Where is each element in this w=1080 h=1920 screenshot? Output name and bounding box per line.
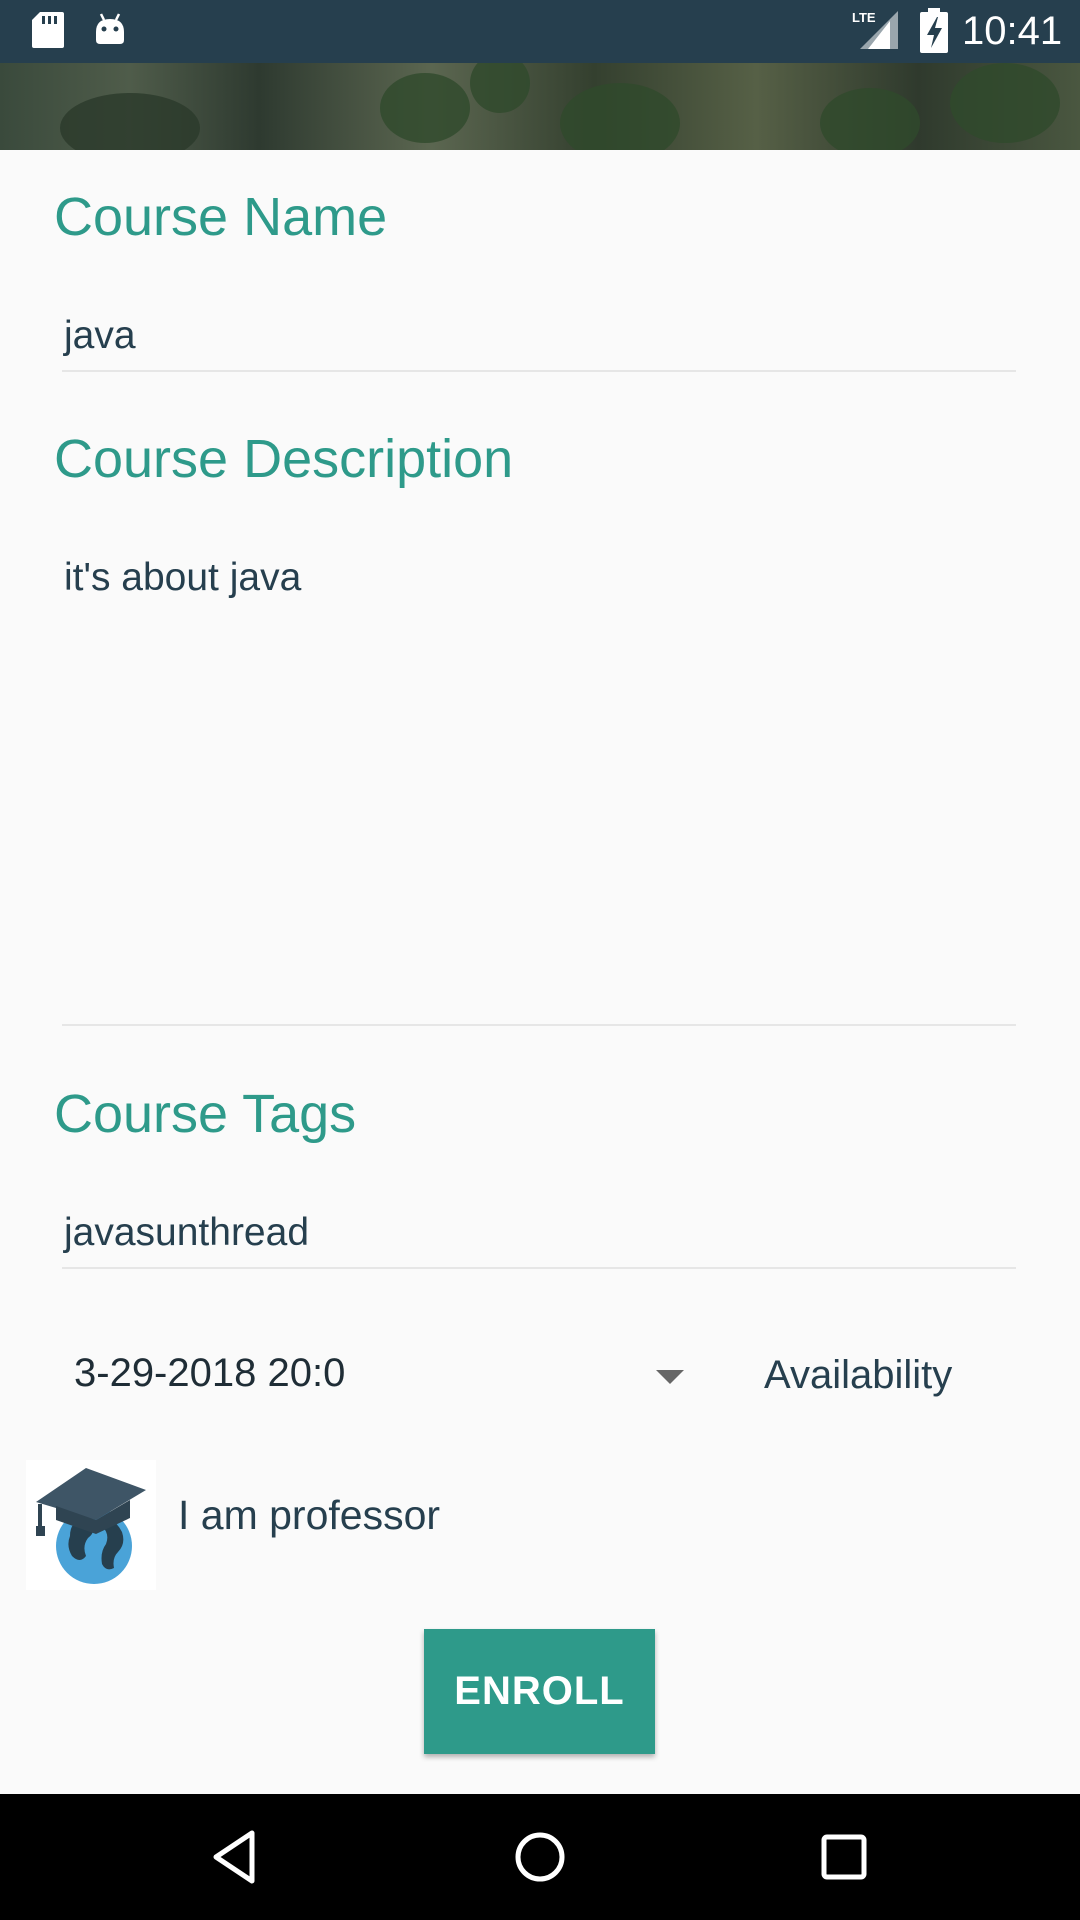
- dropdown-arrow-icon: [656, 1370, 684, 1384]
- professor-label: I am professor: [178, 1492, 441, 1538]
- course-name-value: java: [64, 314, 136, 357]
- enroll-button[interactable]: ENROLL: [424, 1629, 655, 1754]
- course-description-input[interactable]: it's about java: [62, 552, 1016, 1026]
- header-banner-image: [0, 63, 1080, 150]
- course-tags-value: javasunthread: [64, 1211, 310, 1254]
- recents-icon[interactable]: [814, 1827, 874, 1887]
- course-description-value: it's about java: [64, 556, 302, 599]
- date-spinner[interactable]: 3-29-2018 20:0: [62, 1343, 702, 1409]
- graduation-globe-graphic: [36, 1468, 146, 1584]
- battery-charging-icon: [920, 8, 948, 53]
- svg-text:LTE: LTE: [852, 10, 876, 25]
- availability-label: Availability: [764, 1353, 953, 1397]
- status-bar: LTE 10:41: [0, 0, 1080, 63]
- back-icon[interactable]: [206, 1827, 266, 1887]
- course-name-heading: Course Name: [54, 187, 388, 247]
- course-tags-input[interactable]: javasunthread: [62, 1207, 1016, 1269]
- home-icon[interactable]: [510, 1827, 570, 1887]
- date-spinner-value: 3-29-2018 20:0: [74, 1351, 346, 1395]
- lte-signal-icon: LTE: [852, 10, 898, 49]
- status-bar-clock: 10:41: [962, 9, 1063, 53]
- course-tags-heading: Course Tags: [54, 1084, 357, 1144]
- graduation-globe-icon[interactable]: [26, 1460, 156, 1590]
- navigation-bar: [0, 1794, 1080, 1920]
- android-icon: [96, 13, 124, 44]
- course-name-input[interactable]: java: [62, 310, 1016, 372]
- course-description-heading: Course Description: [54, 429, 514, 489]
- sd-card-icon: [32, 12, 64, 48]
- screen: LTE 10:41 Course Name java Course Descri…: [0, 0, 1080, 1920]
